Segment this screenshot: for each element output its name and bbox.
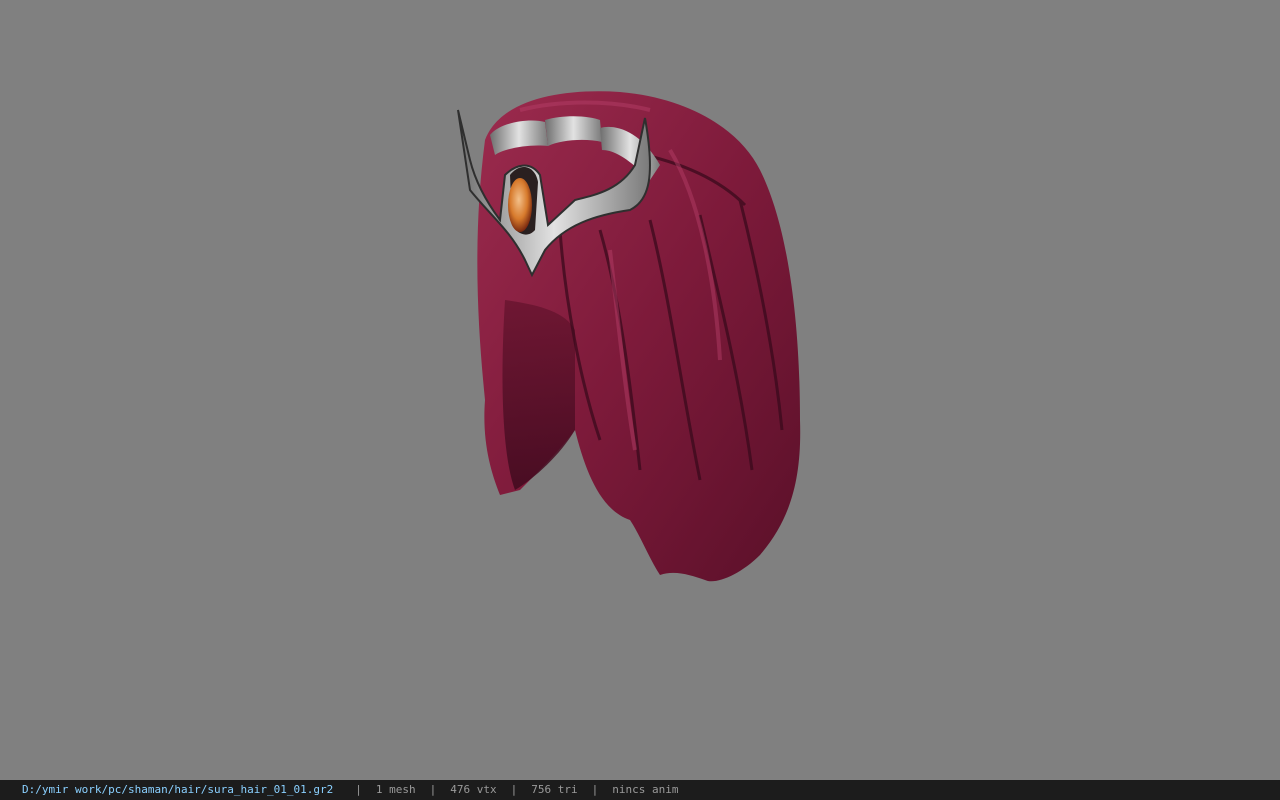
hair-model-render xyxy=(457,91,801,582)
status-separator: | xyxy=(355,783,362,796)
status-separator: | xyxy=(429,783,437,796)
3d-viewport[interactable] xyxy=(0,0,1280,780)
status-bar: D:/ymir work/pc/shaman/hair/sura_hair_01… xyxy=(0,780,1280,800)
mesh-count: 1 mesh xyxy=(375,783,416,796)
model-file-path: D:/ymir work/pc/shaman/hair/sura_hair_01… xyxy=(22,783,334,796)
status-separator: | xyxy=(510,783,518,796)
status-separator: | xyxy=(591,783,599,796)
animation-status: nincs anim xyxy=(612,783,679,796)
triangle-count: 756 tri xyxy=(531,783,578,796)
tiara-gem xyxy=(508,178,532,232)
vertex-count: 476 vtx xyxy=(450,783,497,796)
